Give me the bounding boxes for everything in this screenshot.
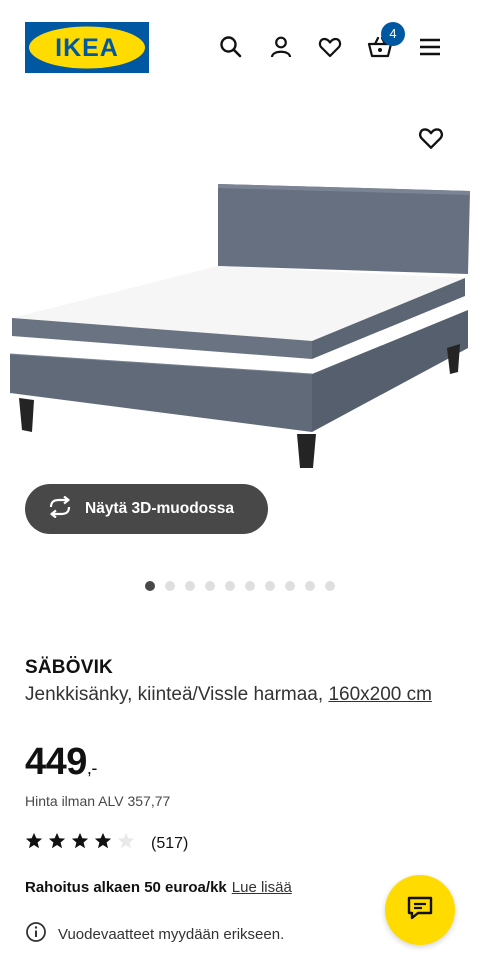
product-description-text: Jenkkisänky, kiinteä/Vissle harmaa, [25,684,329,705]
bedding-notice: Vuodevaatteet myydään erikseen. [25,921,284,947]
star-icon [48,832,71,855]
heart-icon[interactable] [317,34,343,60]
svg-text:IKEA: IKEA [55,34,119,62]
price-excl-vat: Hinta ilman ALV 357,77 [25,793,171,809]
chat-icon [406,895,434,926]
ikea-logo[interactable]: IKEA [25,22,149,73]
size-link[interactable]: 160x200 cm [328,684,432,705]
star-empty-icon [117,832,140,855]
gallery-dot[interactable] [205,581,215,591]
price-suffix: ,- [86,758,98,778]
price-main: 449 [25,741,87,783]
star-icon [25,832,48,855]
rating[interactable]: (517) [25,832,188,855]
view-3d-label: Näytä 3D-muodossa [85,500,235,517]
star-icon [71,832,94,855]
favourite-heart-icon[interactable] [417,124,445,152]
cart-count-badge: 4 [381,22,405,46]
review-count: (517) [151,834,189,852]
account-icon[interactable] [268,34,294,60]
read-more-link[interactable]: Lue lisää [232,879,292,896]
product-name: SÄBÖVIK [25,657,113,678]
financing-info: Rahoitus alkaen 50 euroa/kk Lue lisää [25,879,292,896]
product-description: Jenkkisänky, kiinteä/Vissle harmaa, 160x… [25,682,455,708]
gallery-dot[interactable] [225,581,235,591]
gallery-dot[interactable] [285,581,295,591]
header: IKEA 4 [0,0,480,96]
search-icon[interactable] [218,34,244,60]
chat-button[interactable] [385,875,455,945]
notice-text: Vuodevaatteet myydään erikseen. [58,925,285,943]
star-icon [94,832,117,855]
gallery-dot[interactable] [305,581,315,591]
info-icon [25,921,47,947]
gallery-dot[interactable] [325,581,335,591]
view-3d-button[interactable]: Näytä 3D-muodossa [25,484,268,534]
rotate-3d-icon [47,495,73,523]
gallery-pagination [145,581,335,591]
product-price: 449,- [25,741,97,784]
gallery-dot[interactable] [185,581,195,591]
gallery-dot[interactable] [145,581,155,591]
financing-text: Rahoitus alkaen 50 euroa/kk [25,879,227,896]
gallery-dot[interactable] [165,581,175,591]
gallery-dot[interactable] [245,581,255,591]
menu-icon[interactable] [417,34,443,60]
gallery-dot[interactable] [265,581,275,591]
